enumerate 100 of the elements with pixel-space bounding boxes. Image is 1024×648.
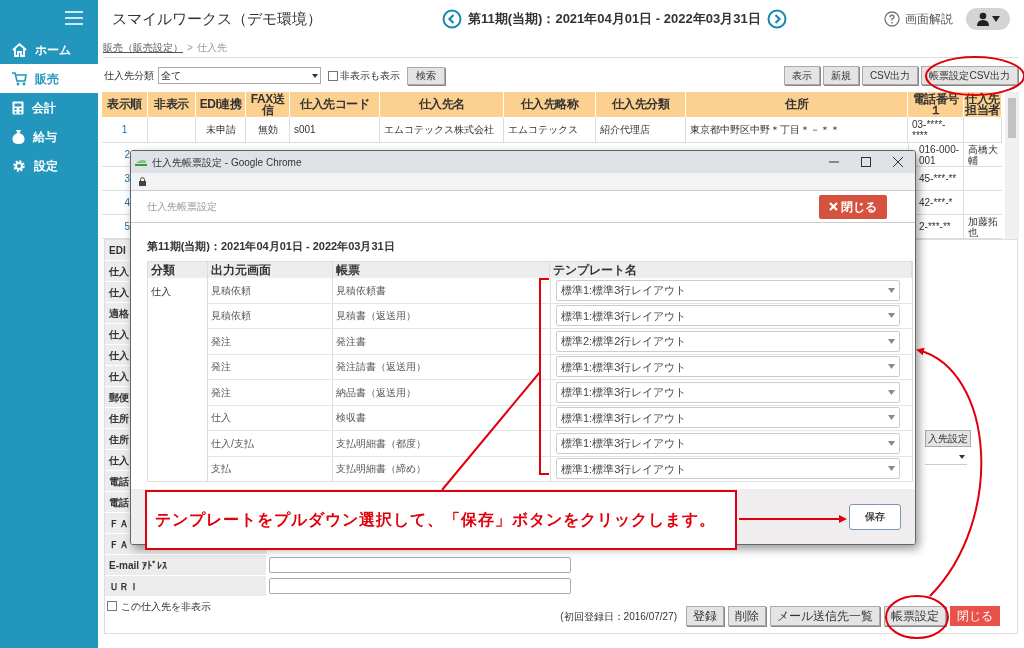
calculator-icon (12, 100, 24, 115)
template-select[interactable]: 標準2:標準2行レイアウト (556, 330, 900, 352)
maximize-icon[interactable] (861, 157, 871, 167)
filter-label: 仕入先分類 (104, 69, 154, 83)
table-cell-text: 発注請書（返送用） (336, 360, 426, 375)
table-cell: 無効 (257, 124, 278, 135)
breadcrumb-current: 仕入先 (196, 41, 227, 55)
cart-icon (12, 71, 27, 86)
column-header: EDI連携 (199, 99, 242, 110)
table-cell: 45-***-** (919, 173, 957, 184)
toolbar-button[interactable]: 新規 (822, 66, 859, 85)
checkbox-label: この仕入先を非表示 (121, 599, 211, 614)
help-link[interactable]: 画面解説 (905, 10, 953, 28)
field-label: 仕入 (109, 285, 129, 300)
template-select[interactable]: 標準1:標準3行レイアウト (556, 381, 900, 403)
field-label: 仕入 (109, 369, 129, 384)
scrollbar[interactable] (1005, 92, 1019, 239)
table-cell-text: 検収書 (336, 411, 366, 426)
table-cell: エムコテックス株式会社 (384, 124, 494, 135)
table-cell-text: 5 (124, 220, 130, 234)
field-label: 仕入 (109, 264, 129, 279)
registration-date: (初回登録日：2016/07/27) (560, 609, 677, 624)
category-select[interactable]: 全て (158, 67, 321, 84)
column-header: 表示順 (107, 99, 142, 110)
field-label: 住所 (109, 432, 129, 447)
checkbox[interactable] (328, 70, 338, 81)
table-cell: 紹介代理店 (600, 124, 650, 135)
table-cell: 1 (121, 124, 128, 135)
table-cell: 高橋大輔 (968, 143, 998, 166)
field-label: 仕入 (109, 327, 129, 342)
template-select[interactable]: 標準1:標準3行レイアウト (556, 305, 900, 327)
table-cell-text: 支払 (211, 462, 231, 477)
table-cell-text: 発注書 (336, 334, 366, 349)
action-button[interactable]: メール送信先一覧 (770, 606, 880, 626)
caret-icon (888, 338, 895, 344)
help-icon[interactable] (884, 11, 900, 27)
period-label: 第11期(当期)：2021年04月01日 - 2022年03月31日 (147, 240, 395, 252)
input-field[interactable] (269, 578, 571, 594)
table-cell-text: 仕入/支払 (211, 436, 254, 451)
user-menu-button[interactable] (966, 8, 1010, 30)
column-header: 仕入先担当者 (964, 93, 1001, 116)
close-button[interactable]: 閉じる (819, 194, 887, 219)
money-bag-icon (12, 129, 25, 144)
caret-icon (959, 455, 965, 459)
checkbox[interactable] (107, 601, 117, 611)
template-select[interactable]: 標準1:標準3行レイアウト (556, 432, 900, 454)
caret-icon (888, 389, 895, 395)
save-button[interactable]: 保存 (849, 503, 901, 530)
menu-icon[interactable] (65, 10, 83, 25)
action-button[interactable]: 閉じる (950, 606, 1000, 626)
next-icon[interactable] (766, 9, 787, 29)
column-header: 住所 (785, 99, 808, 110)
window-title: 仕入先帳票設定 - Google Chrome (152, 155, 302, 170)
caret-icon (992, 16, 1000, 22)
app-icon (135, 158, 147, 166)
table-cell: 東京都中野区中野＊丁目＊－＊＊ (690, 124, 840, 135)
caret-icon (888, 415, 895, 421)
caret-icon (888, 287, 895, 293)
table-cell-text: 見積依頼 (211, 283, 251, 298)
action-button[interactable]: 登録 (686, 606, 724, 626)
action-button[interactable]: 削除 (728, 606, 766, 626)
template-select[interactable]: 標準1:標準3行レイアウト (556, 356, 900, 378)
column-header: テンプレート名 (552, 262, 637, 279)
column-header: FAX送信 (249, 93, 286, 116)
breadcrumb-separator: > (187, 41, 193, 55)
template-select[interactable]: 標準1:標準3行レイアウト (556, 279, 900, 301)
close-icon (829, 202, 838, 211)
field-label: EDI (109, 243, 126, 258)
template-select[interactable]: 標準1:標準3行レイアウト (556, 458, 900, 480)
column-header: 仕入先名 (418, 99, 465, 110)
field-label: 住所 (109, 411, 129, 426)
table-cell: エムコテックス (508, 124, 578, 135)
caret-icon (888, 313, 895, 319)
close-icon[interactable] (893, 157, 903, 167)
column-header: 仕入先略称 (520, 99, 579, 110)
field-label: ＦＡ (109, 516, 129, 531)
table-cell-text: 支払明細書（都度） (336, 436, 426, 451)
table-cell-text: 3 (124, 172, 130, 186)
table-cell-text: 2 (124, 148, 130, 162)
table-cell: 未申請 (205, 124, 236, 135)
highlight-ellipse (885, 595, 949, 639)
toolbar-button[interactable]: 帳票設定CSV出力 (921, 66, 1018, 85)
column-header: 帳票 (335, 262, 360, 279)
caret-icon (888, 466, 895, 472)
app-title: スマイルワークス（デモ環境） (112, 8, 323, 29)
column-header: 仕入先コード (300, 99, 369, 110)
toolbar-button[interactable]: 表示 (783, 66, 820, 85)
field-label: 仕入 (109, 453, 129, 468)
breadcrumb-link[interactable]: 販売（販売設定） (103, 40, 183, 55)
previous-icon[interactable] (442, 9, 462, 29)
table-cell: s001 (294, 124, 316, 135)
template-select[interactable]: 標準1:標準3行レイアウト (556, 407, 900, 429)
action-button[interactable]: 帳票設定 (884, 606, 946, 626)
person-icon (976, 12, 990, 26)
input-field[interactable] (269, 557, 571, 573)
lock-icon (139, 177, 146, 186)
settings-button[interactable]: 入先設定 (925, 430, 971, 447)
field-label: 電話 (109, 495, 129, 510)
search-button[interactable]: 検索 (407, 66, 445, 85)
toolbar-button[interactable]: CSV出力 (861, 66, 919, 85)
